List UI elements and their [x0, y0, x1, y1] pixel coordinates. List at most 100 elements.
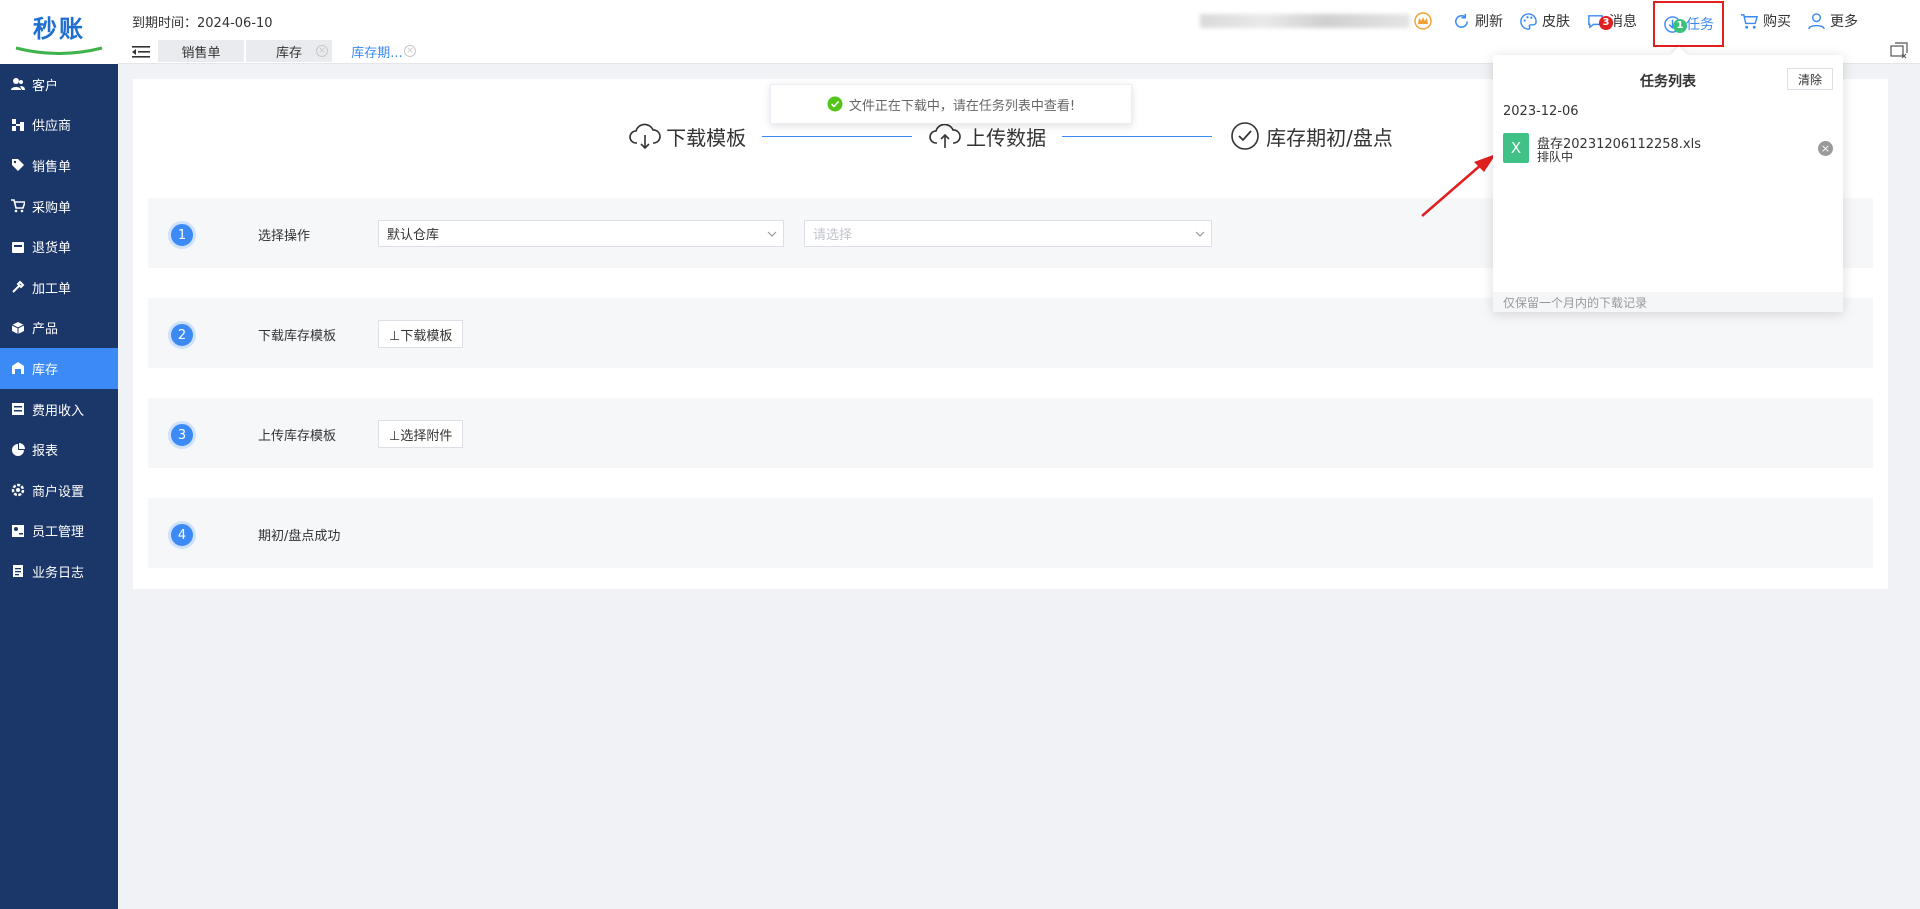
finance-icon: [10, 401, 26, 417]
menu-collapse-icon[interactable]: [132, 44, 150, 60]
message-button[interactable]: 3 消息: [1586, 6, 1637, 36]
cloud-download-icon: [629, 123, 661, 150]
staff-icon: [10, 523, 26, 539]
row-label: 上传库存模板: [258, 429, 337, 444]
sidebar-item-processing[interactable]: 加工单: [0, 267, 118, 308]
buy-button[interactable]: 购买: [1740, 6, 1791, 36]
annotation-arrow-icon: [1421, 154, 1496, 217]
refresh-button[interactable]: 刷新: [1452, 6, 1503, 36]
clear-button[interactable]: 清除: [1786, 68, 1833, 90]
message-badge: 3: [1599, 16, 1613, 30]
row-label: 选择操作: [258, 229, 311, 244]
close-icon[interactable]: ×: [404, 45, 416, 57]
tab-inventory[interactable]: 库存 ×: [246, 40, 332, 62]
sidebar: 秒账 客户 供应商 销售单 采购单 退货单 加工单 产品 库存 费用收入 报表 …: [0, 0, 118, 909]
row-label: 下载库存模板: [258, 329, 337, 344]
user-icon: [1808, 12, 1825, 29]
log-icon: [10, 563, 26, 579]
users-icon: [10, 76, 26, 92]
row-upload-template: 3 上传库存模板 ⊥选择附件: [148, 398, 1873, 468]
tag-icon: [10, 157, 26, 173]
step-number: 1: [168, 221, 196, 249]
sidebar-item-return[interactable]: 退货单: [0, 226, 118, 267]
toast-text: 文件正在下载中，请在任务列表中查看!: [848, 98, 1076, 114]
remove-icon[interactable]: ×: [1818, 141, 1833, 156]
tab-sales[interactable]: 销售单: [158, 40, 244, 62]
expire-date: 到期时间：2024-06-10: [132, 16, 273, 31]
close-icon[interactable]: ×: [316, 45, 328, 57]
step-label: 上传数据: [966, 125, 1047, 150]
buy-label: 购买: [1763, 14, 1791, 30]
sidebar-item-label: 供应商: [32, 119, 72, 135]
sidebar-item-label: 商户设置: [32, 484, 85, 500]
step-number: 2: [168, 321, 196, 349]
excel-file-icon: X: [1503, 133, 1529, 163]
step-connector: [1062, 135, 1213, 137]
logo-swoosh-icon: [15, 46, 103, 55]
tool-icon: [10, 279, 26, 295]
sidebar-item-label: 库存: [32, 362, 59, 378]
sidebar-item-report[interactable]: 报表: [0, 429, 118, 470]
popover-footer: 仅保留一个月内的下载记录: [1493, 292, 1843, 312]
step-inventory-initial: 库存期初/盘点: [1228, 119, 1393, 153]
step-number: 3: [168, 421, 196, 449]
select-placeholder: 请选择: [813, 228, 853, 243]
sidebar-item-label: 采购单: [32, 200, 72, 216]
sidebar-item-purchase[interactable]: 采购单: [0, 186, 118, 227]
step-connector: [762, 135, 913, 137]
sidebar-item-product[interactable]: 产品: [0, 308, 118, 349]
refresh-label: 刷新: [1475, 14, 1503, 30]
blurred-user-info: [1200, 14, 1410, 28]
cart-icon: [10, 198, 26, 214]
row-success: 4 期初/盘点成功: [148, 498, 1873, 568]
sidebar-item-label: 业务日志: [32, 565, 85, 581]
logo: 秒账: [0, 0, 118, 64]
more-button[interactable]: 更多: [1807, 6, 1858, 36]
sidebar-item-label: 员工管理: [32, 525, 85, 541]
sidebar-item-label: 报表: [32, 444, 59, 460]
file-status: 排队中: [1537, 150, 1574, 164]
return-icon: [10, 239, 26, 255]
chevron-down-icon: [1195, 231, 1205, 237]
task-file-item[interactable]: X 盘存20231206112258.xls 排队中 ×: [1503, 133, 1833, 164]
task-button[interactable]: 1 任务: [1653, 1, 1724, 47]
sidebar-item-merchant-settings[interactable]: 商户设置: [0, 470, 118, 511]
tab-label: 销售单: [181, 45, 221, 61]
tab-label: 库存: [275, 45, 302, 61]
gear-icon: [10, 482, 26, 498]
download-toast: 文件正在下载中，请在任务列表中查看!: [770, 84, 1132, 124]
sidebar-item-supplier[interactable]: 供应商: [0, 105, 118, 146]
refresh-icon: [1455, 13, 1468, 28]
pie-icon: [10, 442, 26, 458]
step-label: 库存期初/盘点: [1266, 125, 1393, 150]
skin-label: 皮肤: [1542, 14, 1570, 30]
sidebar-item-label: 客户: [32, 78, 59, 94]
tab-inventory-initial[interactable]: 库存期... ×: [334, 40, 420, 62]
sidebar-item-log[interactable]: 业务日志: [0, 551, 118, 592]
sidebar-item-finance[interactable]: 费用收入: [0, 389, 118, 430]
operation-select[interactable]: 请选择: [804, 220, 1212, 247]
download-template-button[interactable]: ⊥下载模板: [378, 320, 464, 348]
warehouse-select[interactable]: 默认仓库: [378, 220, 784, 247]
window-icon[interactable]: [1890, 42, 1908, 60]
tab-bar: 销售单 库存 × 库存期... ×: [158, 40, 422, 62]
sidebar-item-staff[interactable]: 员工管理: [0, 511, 118, 552]
header-actions: 刷新 皮肤 3 消息 1 任务 购买 更多: [1200, 1, 1866, 47]
sidebar-item-sales[interactable]: 销售单: [0, 145, 118, 186]
task-list-popover: 任务列表 清除 2023-12-06 X 盘存20231206112258.xl…: [1493, 46, 1843, 312]
sidebar-item-label: 销售单: [32, 159, 72, 175]
select-value: 默认仓库: [387, 228, 440, 243]
success-icon: [827, 96, 843, 112]
step-upload-data: 上传数据: [928, 119, 1046, 153]
sidebar-item-customer[interactable]: 客户: [0, 64, 118, 105]
more-label: 更多: [1830, 14, 1858, 30]
sidebar-item-inventory[interactable]: 库存: [0, 348, 118, 389]
logo-text: 秒账: [33, 14, 85, 43]
sidebar-item-label: 费用收入: [32, 403, 85, 419]
sidebar-item-label: 加工单: [32, 281, 72, 297]
warehouse-icon: [10, 360, 26, 376]
skin-button[interactable]: 皮肤: [1519, 6, 1570, 36]
check-circle-icon: [1231, 122, 1259, 150]
select-attachment-button[interactable]: ⊥选择附件: [378, 420, 464, 448]
sidebar-nav: 客户 供应商 销售单 采购单 退货单 加工单 产品 库存 费用收入 报表 商户设…: [0, 64, 118, 592]
